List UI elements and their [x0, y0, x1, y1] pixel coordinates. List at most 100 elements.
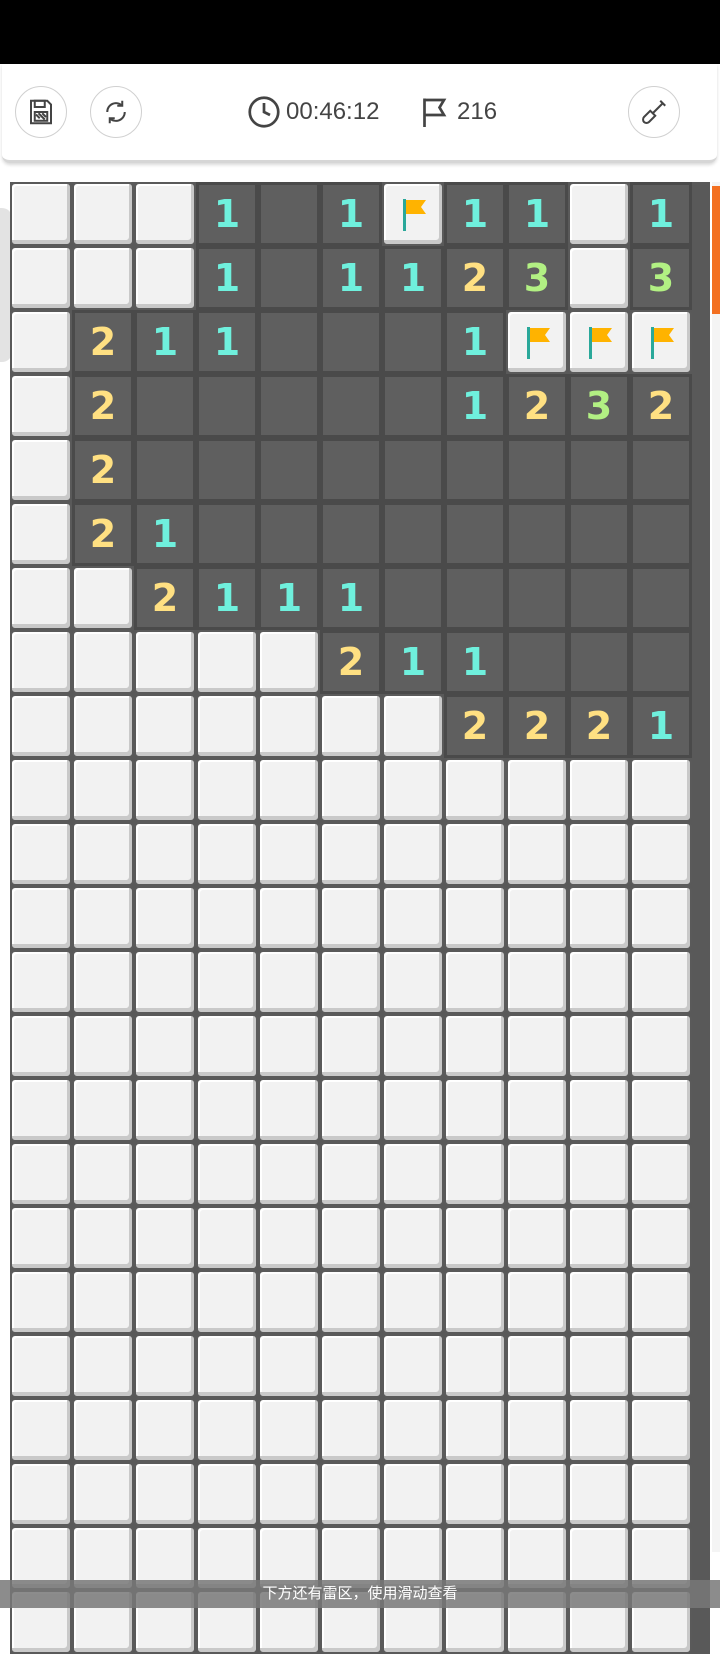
cell-hidden[interactable]	[10, 1142, 72, 1206]
cell-hidden[interactable]	[382, 694, 444, 758]
scrollbar-thumb[interactable]	[712, 186, 720, 314]
cell-hidden[interactable]	[444, 1206, 506, 1270]
cell-revealed[interactable]: 2	[568, 694, 630, 758]
cell-revealed[interactable]	[506, 438, 568, 502]
cell-hidden[interactable]	[444, 1270, 506, 1334]
cell-hidden[interactable]	[506, 1334, 568, 1398]
cell-hidden[interactable]	[630, 886, 692, 950]
cell-hidden[interactable]	[258, 886, 320, 950]
cell-hidden[interactable]	[10, 1270, 72, 1334]
cell-revealed[interactable]: 1	[630, 694, 692, 758]
cell-hidden[interactable]	[72, 694, 134, 758]
cell-hidden[interactable]	[10, 1206, 72, 1270]
cell-hidden[interactable]	[320, 822, 382, 886]
cell-hidden[interactable]	[72, 886, 134, 950]
cell-hidden[interactable]	[320, 1334, 382, 1398]
cell-hidden[interactable]	[72, 1270, 134, 1334]
cell-revealed[interactable]	[568, 630, 630, 694]
cell-hidden[interactable]	[196, 630, 258, 694]
cell-hidden[interactable]	[444, 1014, 506, 1078]
cell-revealed[interactable]	[630, 502, 692, 566]
cell-revealed[interactable]	[258, 310, 320, 374]
cell-revealed[interactable]: 1	[134, 310, 196, 374]
cell-revealed[interactable]: 2	[506, 374, 568, 438]
cell-revealed[interactable]	[258, 438, 320, 502]
cell-hidden[interactable]	[444, 1398, 506, 1462]
cell-revealed[interactable]: 1	[444, 374, 506, 438]
cell-hidden[interactable]	[568, 758, 630, 822]
cell-hidden[interactable]	[630, 1142, 692, 1206]
cell-hidden[interactable]	[10, 1014, 72, 1078]
cell-hidden[interactable]	[320, 1078, 382, 1142]
cell-hidden[interactable]	[134, 822, 196, 886]
cell-revealed[interactable]	[630, 630, 692, 694]
cell-hidden[interactable]	[630, 1014, 692, 1078]
cell-hidden[interactable]	[320, 694, 382, 758]
cell-hidden[interactable]	[382, 1462, 444, 1526]
cell-hidden[interactable]	[72, 758, 134, 822]
cell-revealed[interactable]	[134, 374, 196, 438]
cell-revealed[interactable]	[258, 374, 320, 438]
cell-revealed[interactable]	[258, 182, 320, 246]
cell-hidden[interactable]	[568, 1014, 630, 1078]
cell-hidden[interactable]	[72, 1014, 134, 1078]
cell-hidden[interactable]	[72, 1398, 134, 1462]
cell-hidden[interactable]	[630, 1270, 692, 1334]
cell-hidden[interactable]	[506, 886, 568, 950]
cell-revealed[interactable]: 1	[630, 182, 692, 246]
cell-revealed[interactable]	[444, 502, 506, 566]
cell-revealed[interactable]: 1	[134, 502, 196, 566]
cell-hidden[interactable]	[382, 1398, 444, 1462]
cell-hidden[interactable]	[10, 822, 72, 886]
cell-revealed[interactable]: 1	[444, 182, 506, 246]
cell-hidden[interactable]	[382, 1078, 444, 1142]
cell-revealed[interactable]	[568, 502, 630, 566]
cell-hidden[interactable]	[568, 1078, 630, 1142]
cell-hidden[interactable]	[10, 1334, 72, 1398]
cell-hidden[interactable]	[134, 1462, 196, 1526]
cell-revealed[interactable]: 2	[72, 310, 134, 374]
cell-hidden[interactable]	[506, 1014, 568, 1078]
cell-hidden[interactable]	[506, 822, 568, 886]
cell-revealed[interactable]	[630, 566, 692, 630]
cell-revealed[interactable]: 2	[444, 246, 506, 310]
cell-hidden[interactable]	[506, 1206, 568, 1270]
cell-hidden[interactable]	[10, 950, 72, 1014]
cell-revealed[interactable]	[568, 566, 630, 630]
cell-revealed[interactable]	[320, 438, 382, 502]
cell-hidden[interactable]	[320, 1206, 382, 1270]
cell-hidden[interactable]	[10, 246, 72, 310]
cell-revealed[interactable]: 2	[630, 374, 692, 438]
cell-hidden[interactable]	[630, 1206, 692, 1270]
cell-hidden[interactable]	[506, 1398, 568, 1462]
cell-hidden[interactable]	[506, 950, 568, 1014]
cell-revealed[interactable]	[630, 438, 692, 502]
cell-hidden[interactable]	[258, 1462, 320, 1526]
cell-hidden[interactable]	[444, 1078, 506, 1142]
cell-hidden[interactable]	[134, 950, 196, 1014]
cell-hidden[interactable]	[10, 630, 72, 694]
cell-hidden[interactable]	[134, 630, 196, 694]
cell-hidden[interactable]	[382, 1014, 444, 1078]
cell-hidden[interactable]	[630, 1078, 692, 1142]
cell-hidden[interactable]	[320, 950, 382, 1014]
cell-revealed[interactable]: 1	[382, 246, 444, 310]
cell-revealed[interactable]: 1	[196, 182, 258, 246]
cell-hidden[interactable]	[630, 1398, 692, 1462]
cell-revealed[interactable]: 3	[568, 374, 630, 438]
cell-revealed[interactable]: 1	[196, 566, 258, 630]
cell-hidden[interactable]	[196, 1078, 258, 1142]
cell-revealed[interactable]: 2	[320, 630, 382, 694]
cell-revealed[interactable]: 3	[506, 246, 568, 310]
cell-flagged[interactable]	[568, 310, 630, 374]
cell-flagged[interactable]	[382, 182, 444, 246]
cell-hidden[interactable]	[568, 246, 630, 310]
cell-hidden[interactable]	[258, 1014, 320, 1078]
cell-hidden[interactable]	[196, 1270, 258, 1334]
cell-revealed[interactable]: 2	[444, 694, 506, 758]
cell-revealed[interactable]: 2	[72, 438, 134, 502]
cell-hidden[interactable]	[568, 182, 630, 246]
cell-revealed[interactable]: 1	[196, 310, 258, 374]
cell-revealed[interactable]: 1	[382, 630, 444, 694]
cell-hidden[interactable]	[10, 758, 72, 822]
